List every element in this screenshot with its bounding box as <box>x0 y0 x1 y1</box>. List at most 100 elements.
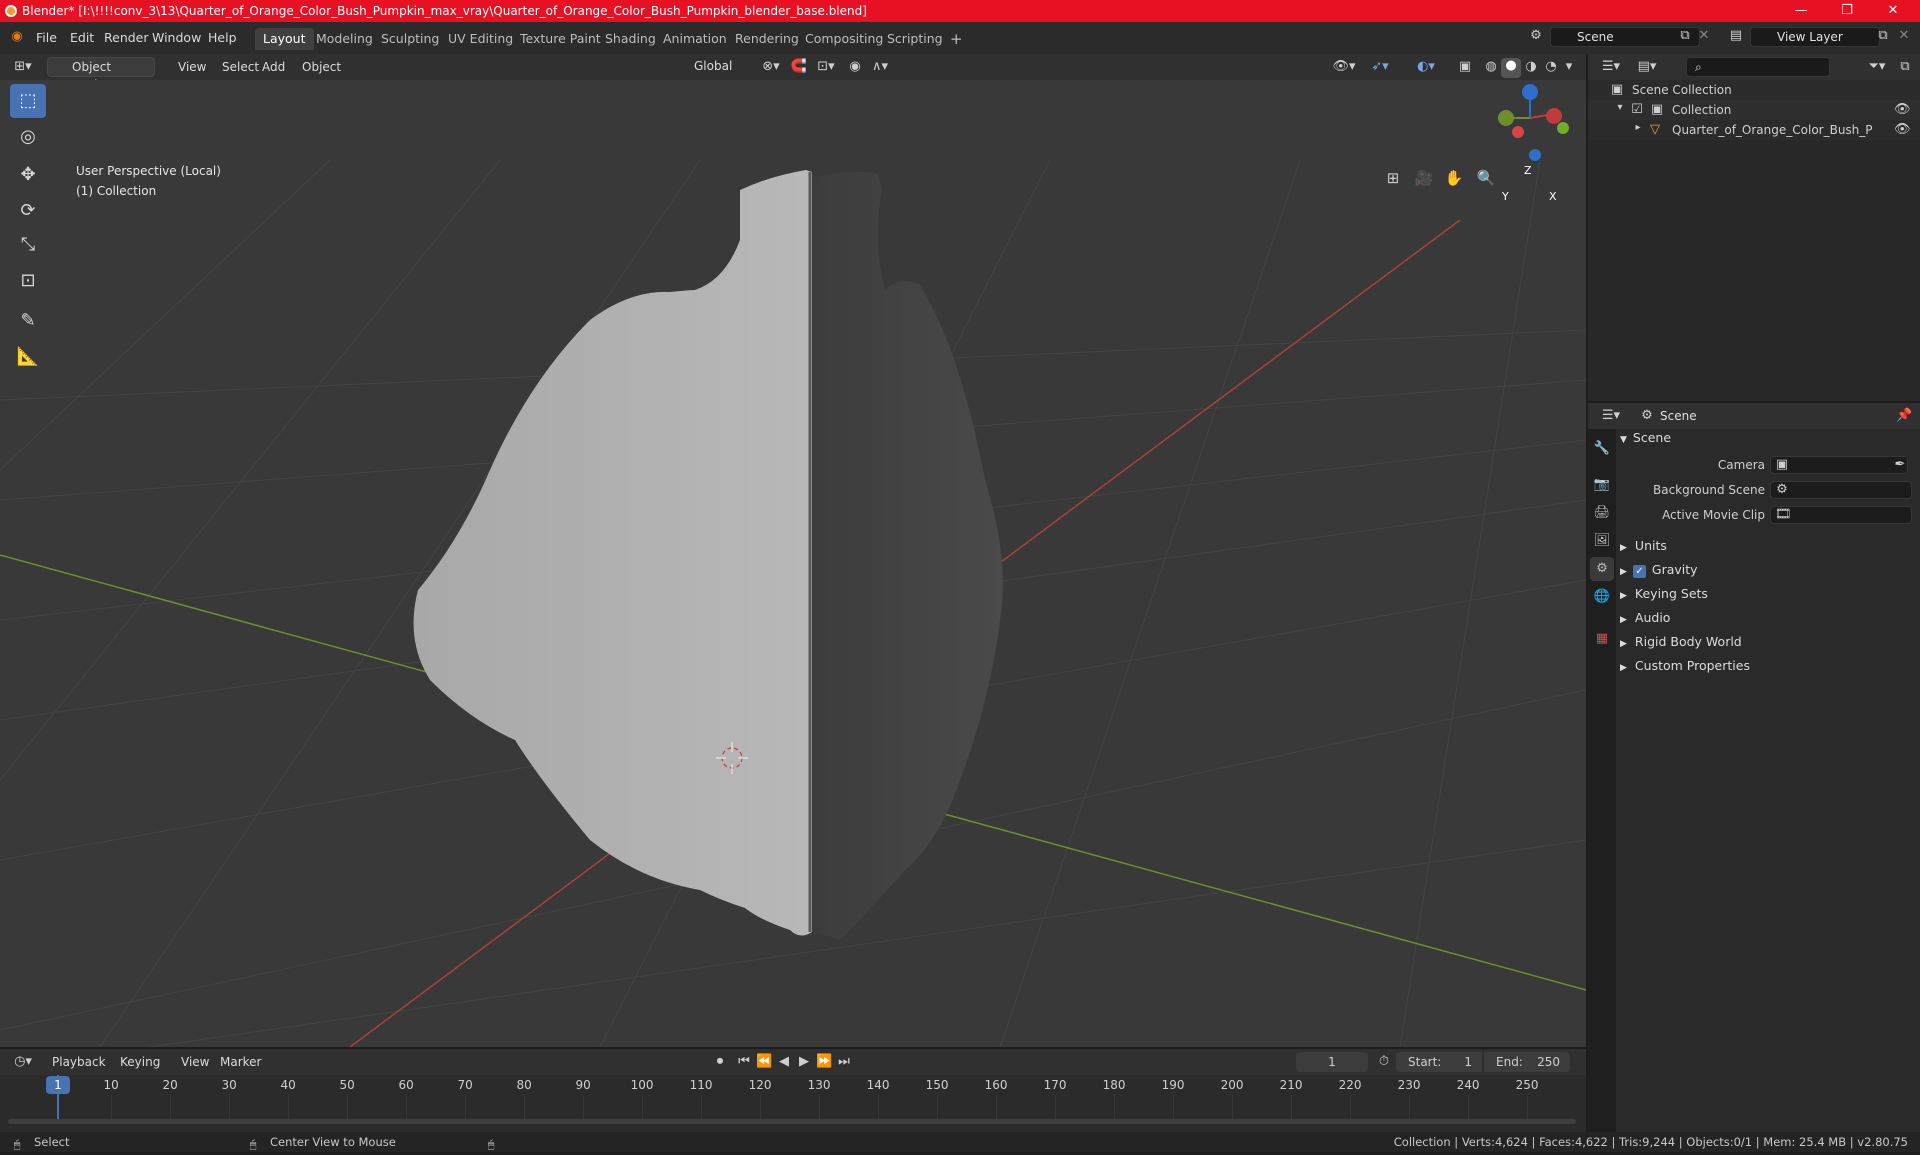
playhead-frame-indicator[interactable]: 1 <box>46 1076 70 1094</box>
measure-tool-icon[interactable]: 📐 <box>10 340 46 374</box>
tab-rendering[interactable]: Rendering <box>727 28 807 50</box>
gravity-panel-header[interactable]: ▶ ✓ Gravity <box>1620 559 1698 581</box>
maximize-button[interactable]: ❐ <box>1824 0 1870 22</box>
pin-icon[interactable]: 📌 <box>1896 408 1912 423</box>
preview-range-icon[interactable]: ⏱ <box>1376 1054 1392 1069</box>
timeline-menu-marker[interactable]: Marker <box>214 1052 267 1072</box>
expand-object-icon[interactable]: ▸ <box>1632 122 1644 133</box>
pumpkin-lit-side[interactable] <box>413 170 812 936</box>
outliner-row-scene-collection[interactable]: ▣ Scene Collection <box>1588 80 1920 100</box>
xray-toggle-icon[interactable]: ▣ <box>1456 59 1474 74</box>
tab-modeling[interactable]: Modeling <box>308 28 381 50</box>
scale-tool-icon[interactable]: ⤡ <box>10 228 46 262</box>
jump-end-icon[interactable]: ⏭ <box>836 1054 852 1069</box>
end-frame-field[interactable]: End: 250 <box>1484 1052 1570 1072</box>
material-shading-icon[interactable]: ◑ <box>1522 59 1540 74</box>
add-workspace-button[interactable]: + <box>942 28 971 50</box>
render-properties-tab-icon[interactable]: 📷 <box>1590 473 1614 497</box>
outliner-editor-type-icon[interactable]: ☰▾ <box>1598 59 1624 74</box>
pan-view-hand-icon[interactable]: ✋ <box>1440 164 1468 192</box>
expand-collection-icon[interactable]: ▾ <box>1614 102 1626 113</box>
jump-keyframe-back-icon[interactable]: ⏪ <box>756 1054 772 1069</box>
outliner-display-mode-icon[interactable]: ▤▾ <box>1634 59 1660 74</box>
rendered-shading-icon[interactable]: ◔ <box>1542 59 1560 74</box>
outliner-row-object[interactable]: ▸ ▽ Quarter_of_Orange_Color_Bush_Pumpkin… <box>1588 120 1920 140</box>
rotate-tool-icon[interactable]: ⟳ <box>10 194 46 228</box>
new-collection-icon[interactable]: ⧉ <box>1896 59 1914 74</box>
menu-window[interactable]: Window <box>146 27 207 49</box>
menu-help[interactable]: Help <box>202 27 243 49</box>
navigation-gizmo[interactable] <box>1498 84 1569 161</box>
wireframe-shading-icon[interactable]: ◍ <box>1482 59 1500 74</box>
tab-sculpting[interactable]: Sculpting <box>373 28 447 50</box>
timeline-track-area[interactable]: 10 20 30 40 50 60 70 80 90 100 110 120 130 140 150 160 1… <box>0 1075 1586 1127</box>
collection-visibility-eye-icon[interactable]: 👁 <box>1894 102 1911 117</box>
active-movie-clip-field[interactable]: 🎞 <box>1770 506 1912 524</box>
audio-panel-header[interactable]: ▶ Audio <box>1620 607 1670 629</box>
jump-start-icon[interactable]: ⏮ <box>736 1054 752 1069</box>
jump-keyframe-forward-icon[interactable]: ⏩ <box>816 1054 832 1069</box>
tab-shading[interactable]: Shading <box>597 28 664 50</box>
view-layer-selector-icon[interactable]: ▤ <box>1724 28 1748 43</box>
play-icon[interactable]: ▶ <box>796 1054 812 1069</box>
shading-options-icon[interactable]: ▾ <box>1562 59 1576 74</box>
pumpkin-shadow-side[interactable] <box>810 171 1003 940</box>
tab-texture-paint[interactable]: Texture Paint <box>512 28 609 50</box>
3d-viewport[interactable]: Z Y X User Perspective (Local) (1) Colle… <box>0 80 1586 1047</box>
delete-scene-icon[interactable]: ✕ <box>1696 28 1712 43</box>
overlay-toggle-icon[interactable]: ◐▾ <box>1412 59 1440 74</box>
proportional-edit-icon[interactable]: ◉ <box>846 59 864 74</box>
close-button[interactable]: ✕ <box>1870 0 1916 22</box>
tab-animation[interactable]: Animation <box>655 28 735 50</box>
viewport-menu-add[interactable]: Add <box>256 57 291 77</box>
start-frame-field[interactable]: Start: 1 <box>1396 1052 1482 1072</box>
scene-properties-tab-icon[interactable]: ⚙ <box>1590 557 1614 581</box>
timeline-menu-playback[interactable]: Playback <box>46 1052 112 1072</box>
new-scene-icon[interactable]: ⧉ <box>1676 28 1694 43</box>
record-keyframe-icon[interactable]: ⏺ <box>712 1054 728 1069</box>
gravity-checkbox[interactable]: ✓ <box>1632 565 1646 578</box>
timeline-scrollbar[interactable] <box>8 1119 1576 1124</box>
rigid-body-world-panel-header[interactable]: ▶ Rigid Body World <box>1620 631 1742 653</box>
minimize-button[interactable]: — <box>1778 0 1824 22</box>
view-layer-properties-tab-icon[interactable]: 🖼 <box>1590 529 1614 553</box>
toggle-camera-view-grid-icon[interactable]: ⊞ <box>1379 164 1407 192</box>
menu-file[interactable]: File <box>30 27 63 49</box>
snap-target-icon[interactable]: ⊡▾ <box>812 59 840 74</box>
timeline-menu-keying[interactable]: Keying <box>114 1052 166 1072</box>
world-properties-tab-icon[interactable]: 🌐 <box>1590 585 1614 609</box>
eyedropper-icon[interactable]: ✒ <box>1893 457 1907 472</box>
cursor-tool-icon[interactable]: ◎ <box>10 120 46 154</box>
viewport-menu-view[interactable]: View <box>172 57 212 77</box>
timeline-editor-type-icon[interactable]: ◷▾ <box>10 1054 36 1069</box>
select-box-tool-icon[interactable]: ⬚ <box>10 84 46 118</box>
annotate-tool-icon[interactable]: ✎ <box>10 304 46 338</box>
tab-compositing[interactable]: Compositing <box>797 28 891 50</box>
properties-editor-type-icon[interactable]: ☰▾ <box>1598 408 1624 423</box>
blender-menu-icon[interactable]: ◉ <box>8 29 26 44</box>
play-reverse-icon[interactable]: ◀ <box>776 1054 792 1069</box>
current-frame-field[interactable]: 1 <box>1296 1052 1368 1072</box>
solid-shading-icon[interactable]: ● <box>1501 58 1521 78</box>
scene-panel-header[interactable]: ▼ Scene <box>1620 427 1916 449</box>
texture-properties-tab-icon[interactable]: ▦ <box>1590 627 1614 651</box>
tab-uv-editing[interactable]: UV Editing <box>440 28 521 50</box>
view-layer-field[interactable]: View Layer <box>1750 27 1880 47</box>
transform-tool-icon[interactable]: ⊡ <box>10 264 46 298</box>
transform-orientation-selector[interactable]: Global <box>670 57 746 77</box>
timeline-menu-view[interactable]: View <box>175 1052 215 1072</box>
editor-type-icon[interactable]: ⊞▾ <box>10 59 36 74</box>
mode-selector[interactable]: Object Mode <box>47 57 155 92</box>
outliner-row-collection[interactable]: ▾ ☑ ▣ Collection 👁 <box>1588 100 1920 120</box>
object-visibility-eye-icon[interactable]: 👁 <box>1894 122 1911 137</box>
camera-field[interactable]: ▣ ✒ <box>1770 456 1908 474</box>
snap-toggle-icon[interactable]: 🧲 <box>790 59 808 74</box>
menu-edit[interactable]: Edit <box>64 27 100 49</box>
outliner-filter-icon[interactable]: ⏷▾ <box>1864 59 1890 74</box>
camera-view-icon[interactable]: 🎥 <box>1410 164 1438 192</box>
scene-selector-icon[interactable]: ⚙ <box>1524 28 1548 43</box>
tab-layout[interactable]: Layout <box>255 28 314 50</box>
background-scene-field[interactable]: ⚙ <box>1770 481 1912 499</box>
output-properties-tab-icon[interactable]: 🖨 <box>1590 501 1614 525</box>
outliner-search-input[interactable]: ⌕ <box>1686 57 1830 77</box>
